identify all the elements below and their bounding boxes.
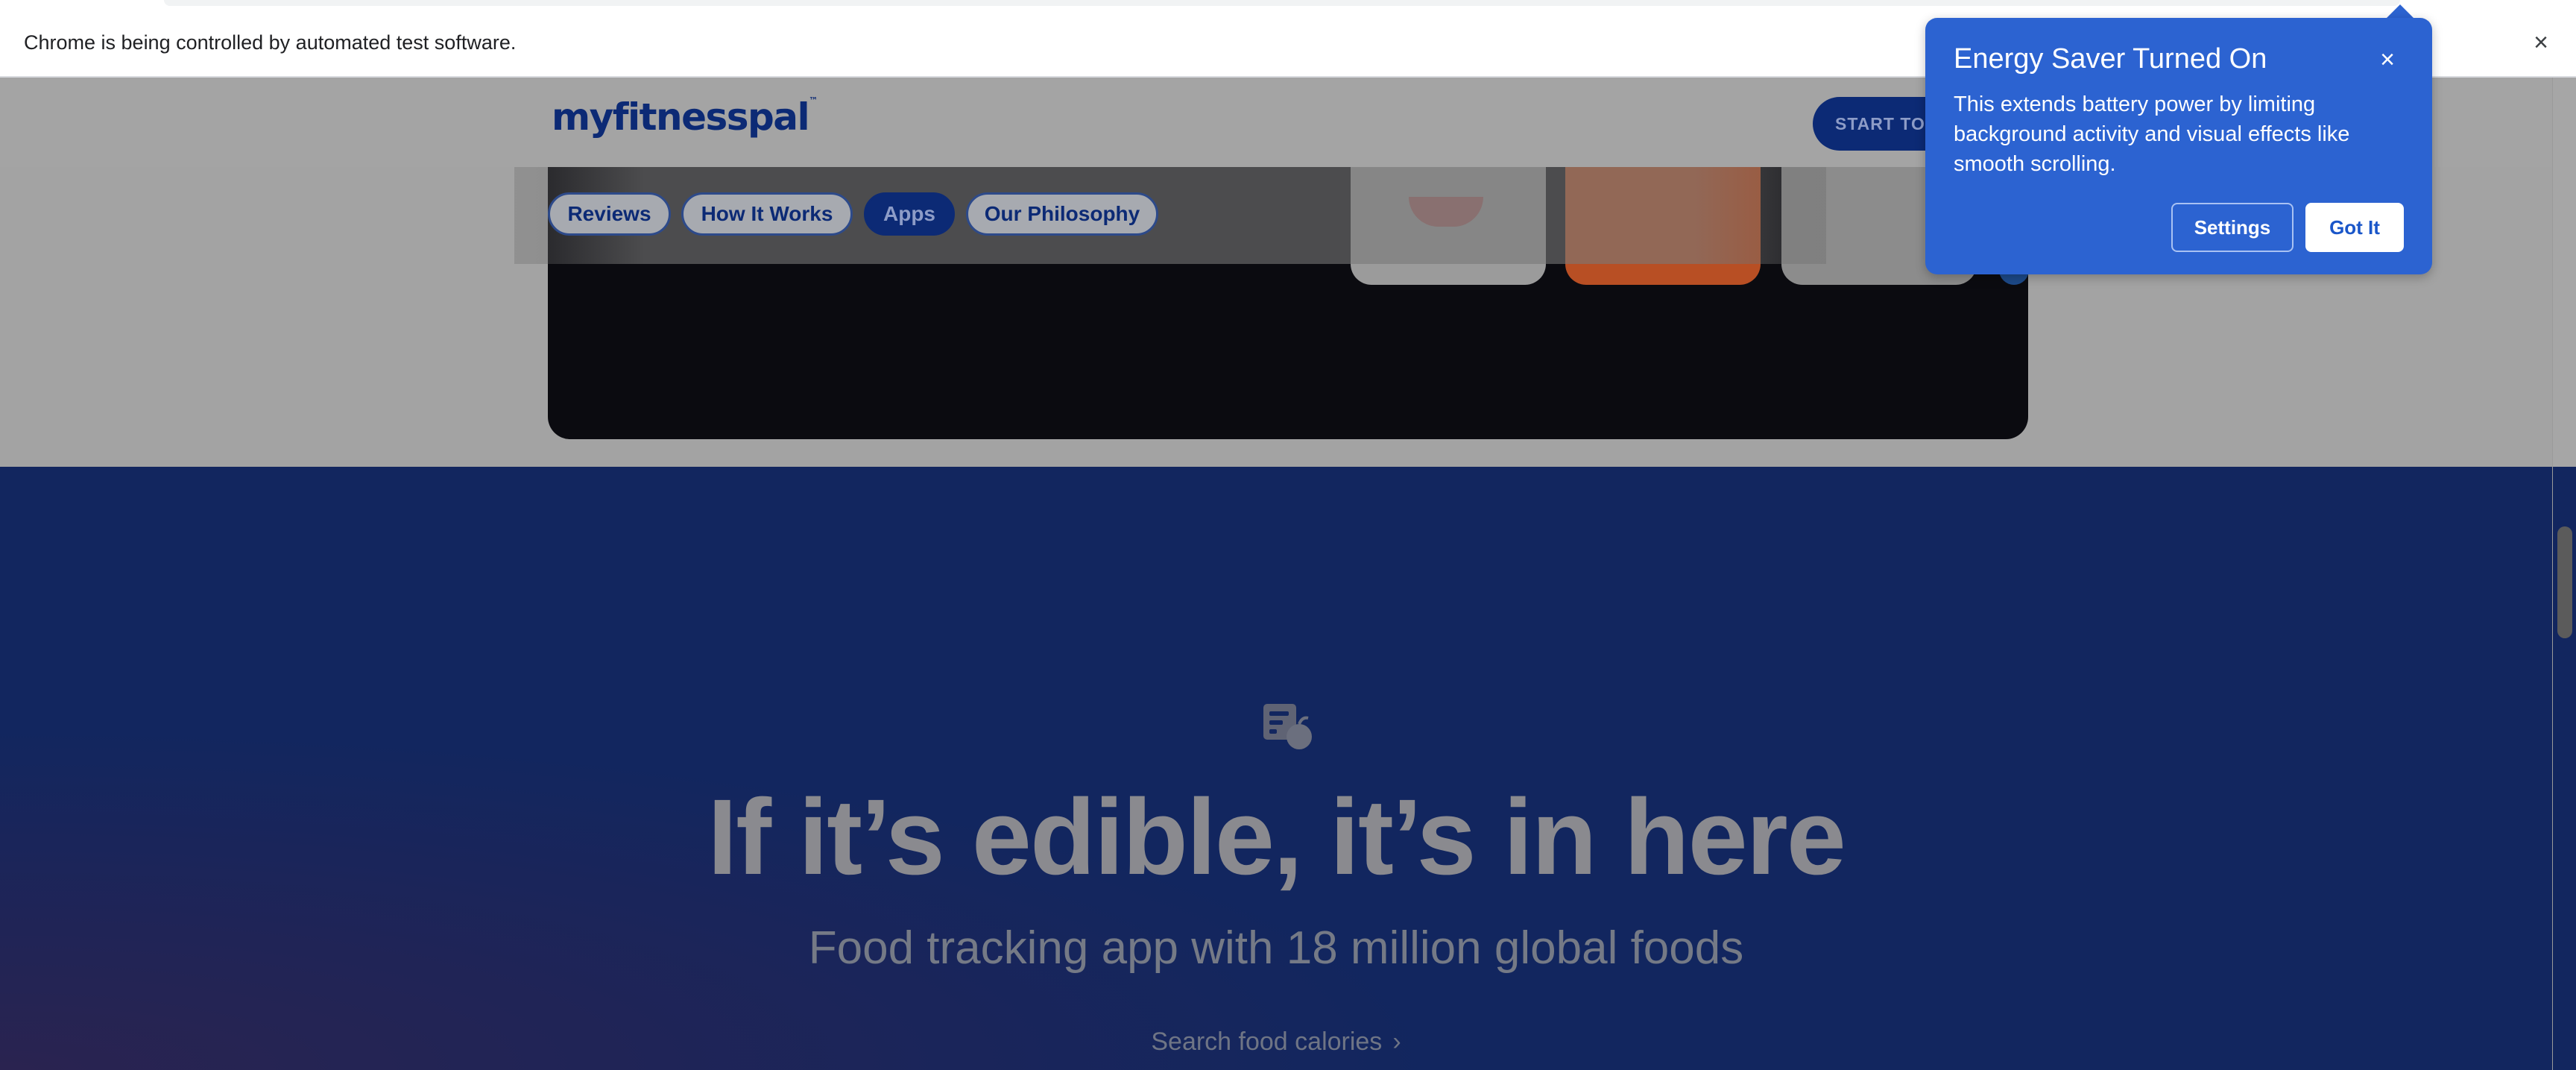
settings-button[interactable]: Settings (2171, 203, 2294, 252)
tab-strip-edge (164, 0, 2400, 6)
food-log-icon (1263, 704, 1312, 749)
close-icon[interactable]: × (2528, 30, 2554, 55)
subnav-reviews[interactable]: Reviews (548, 192, 671, 236)
got-it-button[interactable]: Got It (2305, 203, 2404, 252)
myfitnesspal-logo[interactable]: myfitnesspal™ (552, 95, 818, 139)
bubble-pointer (2385, 4, 2415, 19)
search-food-calories-link[interactable]: Search food calories › (0, 1027, 2552, 1057)
logo-text: myfitnesspal (552, 95, 810, 139)
close-icon[interactable]: × (2373, 45, 2402, 75)
trademark-mark: ™ (809, 95, 818, 106)
scrollbar-thumb[interactable] (2557, 526, 2572, 638)
subnav-how-it-works[interactable]: How It Works (681, 192, 853, 236)
bubble-body: This extends battery power by limiting b… (1954, 92, 2350, 176)
hero-subtitle: Food tracking app with 18 million global… (808, 922, 1744, 974)
chevron-right-icon: › (1392, 1027, 1401, 1056)
subnav-our-philosophy[interactable]: Our Philosophy (966, 192, 1158, 236)
food-database-hero: If it’s edible, it’s in here Food tracki… (0, 467, 2552, 1070)
bubble-title: Energy Saver Turned On (1954, 43, 2267, 75)
scrollbar-track-lower (2552, 467, 2576, 1070)
subnav-apps[interactable]: Apps (864, 192, 955, 236)
energy-saver-bubble: Energy Saver Turned On × This extends ba… (1925, 18, 2432, 274)
link-label: Search food calories (1151, 1027, 1383, 1056)
hero-title: If it’s edible, it’s in here (707, 777, 1846, 897)
infobar-message: Chrome is being controlled by automated … (24, 31, 517, 54)
